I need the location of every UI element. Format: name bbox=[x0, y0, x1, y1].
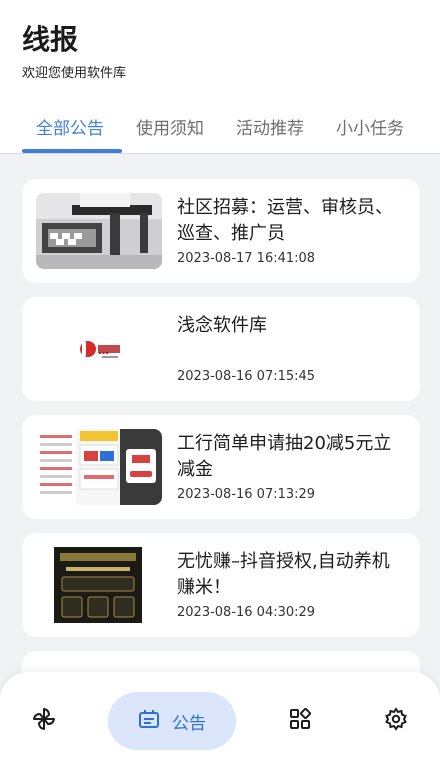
tab-bar: 全部公告 使用须知 活动推荐 小小任务 bbox=[0, 104, 440, 154]
tab-usage-notes[interactable]: 使用须知 bbox=[136, 114, 204, 139]
gear-icon bbox=[384, 707, 408, 735]
post-title: 工行简单申请抽20减5元立减金 bbox=[177, 433, 392, 480]
dark-poster-icon bbox=[36, 547, 162, 623]
nav-announcements-label: 公告 bbox=[172, 713, 206, 734]
logo-icon: … bbox=[36, 311, 162, 387]
page-title: 线报 bbox=[22, 23, 79, 56]
tab-activity-recommendations[interactable]: 活动推荐 bbox=[236, 114, 304, 139]
screenshot-icon bbox=[36, 429, 162, 505]
list-item[interactable]: 社区招募：运营、审核员、巡查、推广员 2023-08-17 16:41:08 bbox=[22, 179, 420, 283]
post-title: 浅念软件库 bbox=[177, 315, 267, 336]
page-subtitle: 欢迎您使用软件库 bbox=[22, 66, 127, 81]
post-date: 2023-08-16 07:15:45 bbox=[177, 369, 316, 384]
announcement-icon bbox=[138, 708, 160, 734]
list-item[interactable]: 无忧赚–抖音授权,自动养机赚米！ 2023-08-16 04:30:29 bbox=[22, 533, 420, 637]
post-title: 社区招募：运营、审核员、巡查、推广员 bbox=[177, 197, 393, 244]
nav-apps[interactable] bbox=[278, 692, 322, 750]
tab-small-tasks[interactable]: 小小任务 bbox=[336, 114, 404, 139]
photo-room-icon bbox=[36, 193, 162, 269]
post-date: 2023-08-17 16:41:08 bbox=[177, 251, 316, 266]
apps-grid-icon bbox=[289, 707, 312, 734]
post-date: 2023-08-16 07:13:29 bbox=[177, 487, 316, 502]
tab-all-announcements[interactable]: 全部公告 bbox=[36, 114, 104, 139]
list-item[interactable]: … 浅念软件库 2023-08-16 07:15:45 bbox=[22, 297, 420, 401]
nav-settings[interactable] bbox=[374, 692, 418, 750]
list-item[interactable]: 工行简单申请抽20减5元立减金 2023-08-16 07:13:29 bbox=[22, 415, 420, 519]
post-date: 2023-08-16 04:30:29 bbox=[177, 605, 316, 620]
header: 线报 欢迎您使用软件库 全部公告 使用须知 活动推荐 小小任务 bbox=[0, 0, 440, 154]
post-title: 无忧赚–抖音授权,自动养机赚米！ bbox=[177, 551, 390, 598]
pinwheel-icon bbox=[31, 706, 57, 736]
nav-home[interactable] bbox=[22, 692, 66, 750]
bottom-navigation: 公告 bbox=[0, 672, 440, 770]
nav-announcements[interactable]: 公告 bbox=[108, 692, 236, 750]
